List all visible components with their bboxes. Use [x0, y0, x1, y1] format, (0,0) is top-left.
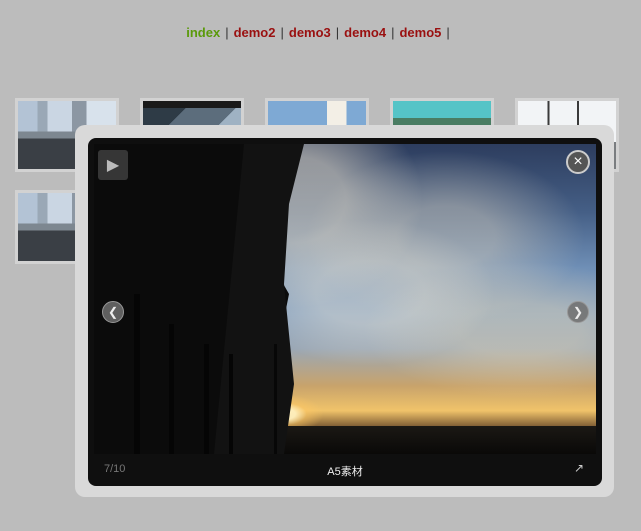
nav-link-demo2[interactable]: demo2	[234, 25, 276, 40]
nav-separator: |	[335, 25, 340, 40]
nav-separator: |	[391, 25, 395, 40]
chevron-right-icon: ❯	[572, 305, 584, 319]
prev-button[interactable]: ❮	[102, 301, 124, 323]
caption-bar: 7/10 A5素材 ↗	[88, 454, 602, 486]
image-caption: A5素材	[327, 466, 363, 478]
play-button[interactable]: ▶	[98, 150, 128, 180]
lightbox-photo	[94, 144, 596, 454]
lightbox: ▶ × ❮ ❯ 7/10 A5素材 ↗	[88, 138, 602, 486]
nav-link-demo5[interactable]: demo5	[399, 25, 441, 40]
nav-separator: |	[446, 25, 450, 40]
nav-link-index[interactable]: index	[186, 25, 220, 40]
close-button[interactable]: ×	[566, 150, 590, 174]
close-icon: ×	[573, 153, 583, 170]
next-button[interactable]: ❯	[567, 301, 589, 323]
chevron-left-icon: ❮	[107, 305, 119, 319]
photo-building-silhouette	[94, 144, 304, 454]
nav-link-demo3[interactable]: demo3	[289, 25, 331, 40]
external-link-icon[interactable]: ↗	[574, 461, 584, 475]
play-icon: ▶	[106, 157, 120, 174]
top-nav: index | demo2 | demo3 | demo4 | demo5 |	[0, 25, 641, 40]
nav-separator: |	[280, 25, 284, 40]
nav-separator: |	[225, 25, 229, 40]
nav-link-demo4[interactable]: demo4	[344, 25, 386, 40]
